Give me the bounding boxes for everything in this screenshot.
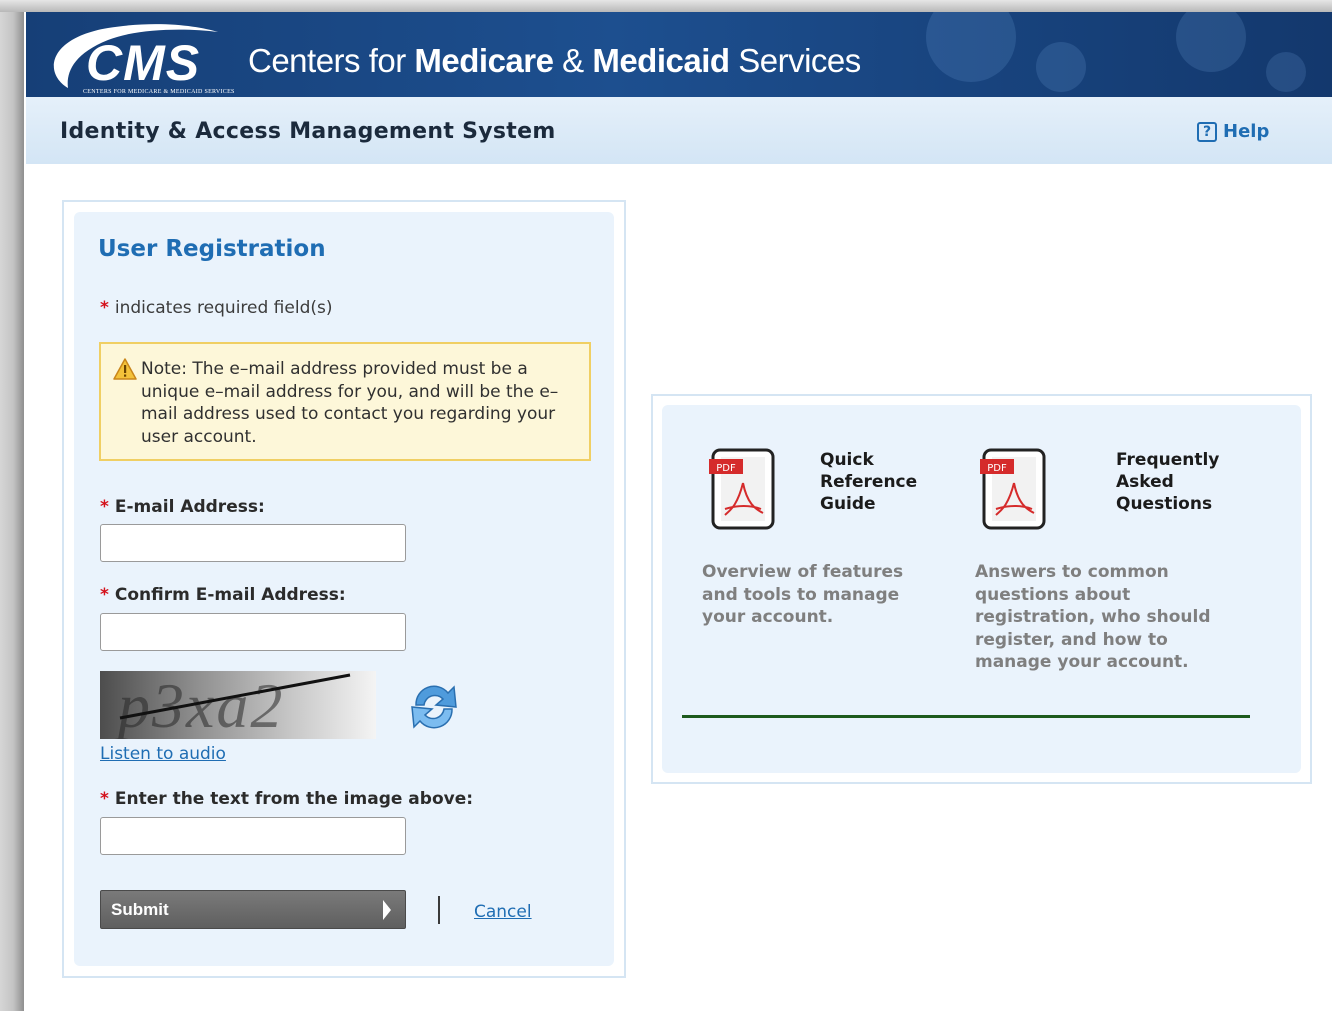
registration-panel: User Registration * indicates required fi… (62, 200, 626, 978)
required-star: * (100, 298, 109, 318)
email-label: * E-mail Address: (100, 497, 265, 517)
email-note-text: Note: The e–mail address provided must b… (141, 359, 559, 447)
email-note-box: Note: The e–mail address provided must b… (99, 342, 591, 461)
refresh-icon[interactable] (402, 675, 466, 739)
quick-reference-guide-description: Overview of features and tools to manage… (702, 562, 904, 627)
divider-line (682, 715, 1250, 718)
resources-content: PDF Quick Reference Guide Overview of fe… (662, 405, 1301, 773)
registration-form: User Registration * indicates required fi… (74, 212, 614, 966)
confirm-email-input[interactable] (100, 613, 406, 651)
agency-name: Centers for Medicare & Medicaid Services (248, 42, 861, 79)
confirm-email-label: * Confirm E-mail Address: (100, 585, 346, 605)
pdf-icon[interactable]: PDF (978, 447, 1048, 533)
submit-button[interactable]: Submit (100, 890, 406, 929)
help-link[interactable]: ? Help (1197, 121, 1269, 142)
window-frame-left (0, 0, 24, 1011)
listen-to-audio-link[interactable]: Listen to audio (100, 744, 226, 764)
pdf-icon[interactable]: PDF (707, 447, 777, 533)
cms-logo-subtext: CENTERS FOR MEDICARE & MEDICAID SERVICES (83, 89, 235, 95)
captcha-strike-line (119, 673, 351, 720)
faq-description: Answers to common questions about regist… (975, 562, 1211, 672)
submit-label: Submit (111, 899, 169, 919)
registration-title: User Registration (98, 236, 326, 262)
cancel-link[interactable]: Cancel (474, 902, 532, 922)
site-header: CMS CENTERS FOR MEDICARE & MEDICAID SERV… (26, 12, 1332, 97)
email-input[interactable] (100, 524, 406, 562)
help-icon: ? (1197, 121, 1217, 142)
captcha-input[interactable] (100, 817, 406, 855)
svg-text:PDF: PDF (987, 463, 1007, 474)
system-bar: Identity & Access Management System ? He… (26, 97, 1332, 164)
captcha-label: * Enter the text from the image above: (100, 789, 474, 809)
resources-panel: PDF Quick Reference Guide Overview of fe… (651, 394, 1312, 784)
required-note: * indicates required field(s) (100, 298, 333, 318)
cms-logo-text: CMS (86, 35, 201, 91)
help-label: Help (1223, 121, 1270, 142)
button-separator (438, 896, 440, 924)
system-title: Identity & Access Management System (60, 119, 556, 144)
window-frame-top (0, 0, 1332, 12)
cms-logo[interactable]: CMS CENTERS FOR MEDICARE & MEDICAID SERV… (38, 18, 238, 95)
faq-link[interactable]: Frequently Asked Questions (1116, 449, 1256, 515)
warning-icon (113, 358, 137, 380)
captcha-image: p3xa2 (100, 671, 376, 739)
submit-arrow-icon (383, 900, 391, 920)
quick-reference-guide-link[interactable]: Quick Reference Guide (820, 449, 950, 515)
svg-text:PDF: PDF (716, 463, 736, 474)
